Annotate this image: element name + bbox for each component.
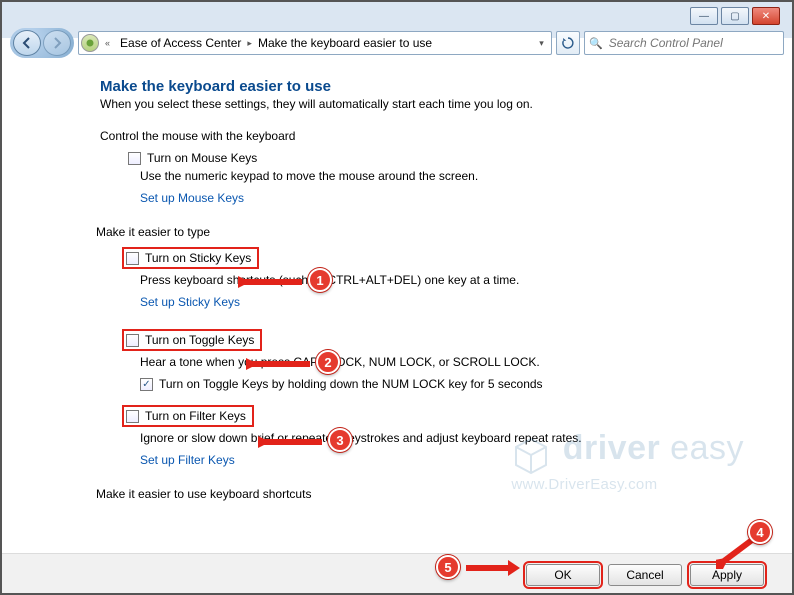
toggle-keys-label: Turn on Toggle Keys [145,333,254,347]
toggle-keys-option[interactable]: Turn on Toggle Keys [122,329,262,351]
filter-keys-option[interactable]: Turn on Filter Keys [122,405,254,427]
breadcrumb-dropdown-icon[interactable]: ▾ [533,32,549,54]
breadcrumb-seg-2[interactable]: Make the keyboard easier to use [252,32,438,54]
apply-button[interactable]: Apply [690,564,764,586]
sticky-keys-label: Turn on Sticky Keys [145,251,251,265]
filter-keys-checkbox[interactable] [126,410,139,423]
setup-filter-keys-link[interactable]: Set up Filter Keys [140,453,235,467]
filter-keys-label: Turn on Filter Keys [145,409,246,423]
sticky-keys-option[interactable]: Turn on Sticky Keys [122,247,259,269]
toggle-keys-numlock-checkbox[interactable]: ✓ [140,378,153,391]
breadcrumb-seg-1[interactable]: Ease of Access Center [114,32,247,54]
setup-sticky-keys-link[interactable]: Set up Sticky Keys [140,295,240,309]
section-shortcuts-head: Make it easier to use keyboard shortcuts [96,487,770,501]
section-mouse-head: Control the mouse with the keyboard [100,129,770,143]
mouse-keys-checkbox[interactable] [128,152,141,165]
breadcrumb[interactable]: « Ease of Access Center ▸ Make the keybo… [78,31,552,55]
window: — ▢ ✕ « Ease of Access Center ▸ Make the… [0,0,794,595]
mouse-keys-desc: Use the numeric keypad to move the mouse… [140,169,770,183]
control-panel-icon [81,34,99,52]
back-button[interactable] [13,30,41,56]
sticky-keys-checkbox[interactable] [126,252,139,265]
window-controls: — ▢ ✕ [690,7,780,25]
mouse-keys-label: Turn on Mouse Keys [147,151,257,165]
content-pane: Make the keyboard easier to use When you… [0,60,794,553]
mouse-keys-option[interactable]: Turn on Mouse Keys [128,151,770,165]
history-dropdown-icon[interactable]: « [105,38,110,48]
toggle-keys-numlock-option[interactable]: ✓ Turn on Toggle Keys by holding down th… [140,377,770,391]
filter-keys-desc: Ignore or slow down brief or repeated ke… [140,431,770,445]
cancel-button[interactable]: Cancel [608,564,682,586]
toggle-keys-desc: Hear a tone when you press CAPS LOCK, NU… [140,355,770,369]
setup-mouse-keys-link[interactable]: Set up Mouse Keys [140,191,244,205]
search-box[interactable]: 🔍 [584,31,784,55]
maximize-button[interactable]: ▢ [721,7,749,25]
section-type-head: Make it easier to type [96,225,770,239]
button-bar: OK Cancel Apply [0,553,794,595]
toggle-keys-numlock-label: Turn on Toggle Keys by holding down the … [159,377,543,391]
forward-button[interactable] [43,30,71,56]
refresh-button[interactable] [556,31,580,55]
minimize-button[interactable]: — [690,7,718,25]
page-title: Make the keyboard easier to use [100,78,770,95]
search-icon: 🔍 [589,37,603,50]
nav-buttons [10,28,74,58]
close-button[interactable]: ✕ [752,7,780,25]
search-input[interactable] [607,35,779,51]
page-subtitle: When you select these settings, they wil… [100,97,770,111]
sticky-keys-desc: Press keyboard shortcuts (such as CTRL+A… [140,273,770,287]
toggle-keys-checkbox[interactable] [126,334,139,347]
address-bar: « Ease of Access Center ▸ Make the keybo… [0,26,794,60]
ok-button[interactable]: OK [526,564,600,586]
